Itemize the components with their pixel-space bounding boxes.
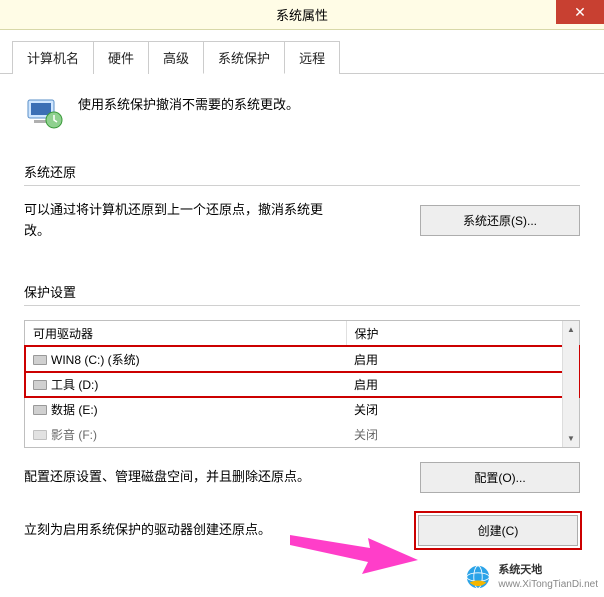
- close-button[interactable]: ✕: [556, 0, 604, 24]
- table-row[interactable]: 工具 (D:) 启用: [25, 372, 579, 397]
- intro-row: 使用系统保护撤消不需要的系统更改。: [24, 92, 580, 132]
- tab-strip: 计算机名 硬件 高级 系统保护 远程: [0, 40, 604, 74]
- drive-table-container: 可用驱动器 保护 WIN8 (C:) (系统) 启用 工具 (D:) 启用 数据…: [24, 320, 580, 448]
- system-protection-icon: [24, 92, 64, 132]
- drive-table: 可用驱动器 保护 WIN8 (C:) (系统) 启用 工具 (D:) 启用 数据…: [25, 321, 579, 447]
- col-drive[interactable]: 可用驱动器: [25, 321, 346, 347]
- create-button-highlight: 创建(C): [416, 513, 580, 548]
- intro-text: 使用系统保护撤消不需要的系统更改。: [78, 92, 299, 113]
- table-row[interactable]: WIN8 (C:) (系统) 启用: [25, 346, 579, 372]
- tab-content: 使用系统保护撤消不需要的系统更改。 系统还原 可以通过将计算机还原到上一个还原点…: [0, 74, 604, 578]
- configure-row: 配置还原设置、管理磁盘空间，并且删除还原点。 配置(O)...: [24, 462, 580, 493]
- tab-remote[interactable]: 远程: [284, 41, 340, 74]
- scroll-down-icon[interactable]: ▼: [563, 430, 579, 447]
- window-title: 系统属性: [276, 5, 328, 24]
- divider: [24, 185, 580, 186]
- drive-icon: [33, 380, 47, 390]
- drive-icon: [33, 430, 47, 440]
- restore-row: 可以通过将计算机还原到上一个还原点，撤消系统更改。 系统还原(S)...: [24, 200, 580, 242]
- titlebar: 系统属性 ✕: [0, 0, 604, 30]
- table-row[interactable]: 影音 (F:) 关闭: [25, 422, 579, 447]
- tab-computer-name[interactable]: 计算机名: [12, 41, 94, 74]
- close-icon: ✕: [574, 4, 586, 21]
- drive-icon: [33, 355, 47, 365]
- restore-heading: 系统还原: [24, 162, 580, 181]
- tab-system-protection[interactable]: 系统保护: [203, 41, 285, 74]
- create-button[interactable]: 创建(C): [418, 515, 578, 546]
- create-row: 立刻为启用系统保护的驱动器创建还原点。 创建(C): [24, 513, 580, 548]
- configure-button[interactable]: 配置(O)...: [420, 462, 580, 493]
- tab-advanced[interactable]: 高级: [148, 41, 204, 74]
- watermark-url: www.XiTongTianDi.net: [498, 578, 598, 591]
- table-row[interactable]: 数据 (E:) 关闭: [25, 397, 579, 422]
- col-protection[interactable]: 保护: [346, 321, 578, 347]
- system-restore-button[interactable]: 系统还原(S)...: [420, 205, 580, 236]
- watermark: 系统天地 www.XiTongTianDi.net: [464, 563, 598, 591]
- watermark-globe-icon: [464, 563, 492, 591]
- scrollbar[interactable]: ▲ ▼: [562, 321, 579, 447]
- create-description: 立刻为启用系统保护的驱动器创建还原点。: [24, 520, 271, 541]
- scroll-up-icon[interactable]: ▲: [563, 321, 579, 338]
- drive-icon: [33, 405, 47, 415]
- configure-description: 配置还原设置、管理磁盘空间，并且删除还原点。: [24, 467, 310, 488]
- divider: [24, 305, 580, 306]
- protection-heading: 保护设置: [24, 282, 580, 301]
- watermark-name: 系统天地: [498, 563, 598, 577]
- restore-description: 可以通过将计算机还原到上一个还原点，撤消系统更改。: [24, 200, 324, 242]
- tab-hardware[interactable]: 硬件: [93, 41, 149, 74]
